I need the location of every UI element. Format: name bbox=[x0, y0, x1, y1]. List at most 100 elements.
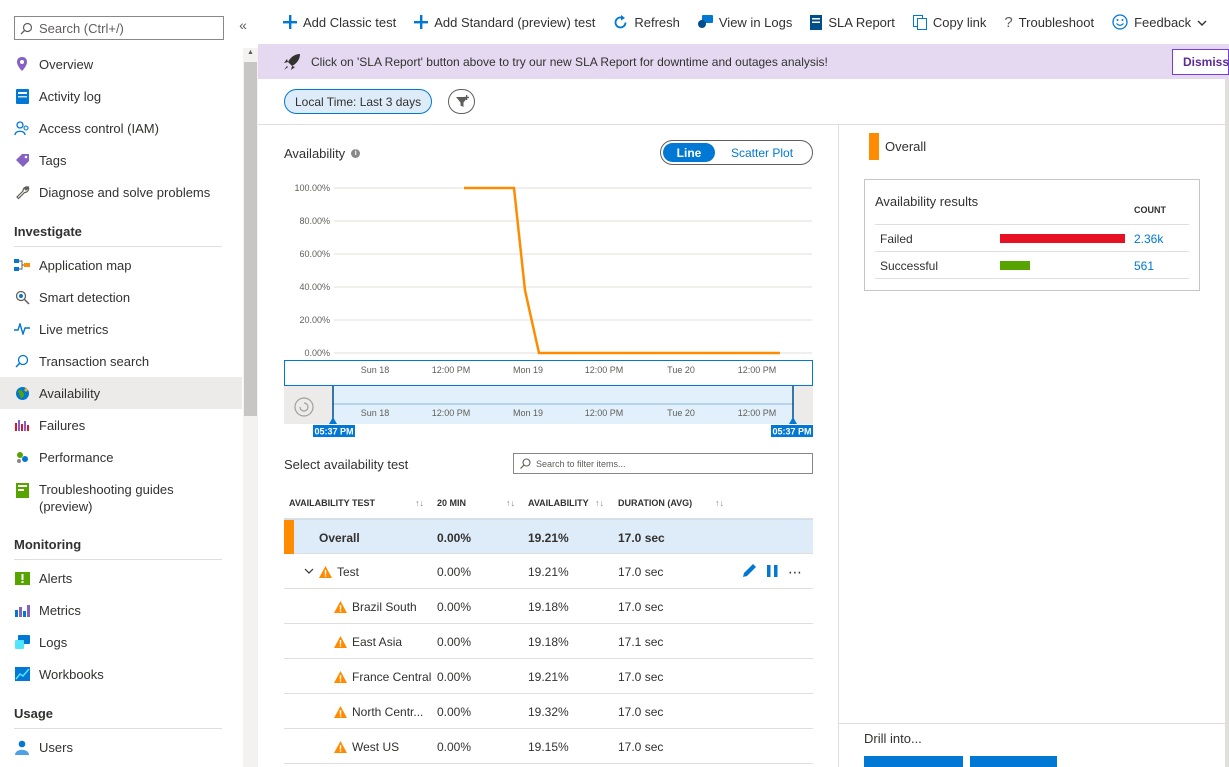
sidebar-item-performance[interactable]: Performance bbox=[0, 441, 242, 473]
result-label: Successful bbox=[880, 259, 939, 273]
test-filter-input[interactable]: Search to filter items... bbox=[513, 453, 813, 474]
sidebar-item-tags[interactable]: Tags bbox=[0, 144, 242, 176]
sort-icon[interactable]: ↑↓ bbox=[415, 498, 424, 508]
cell-name: West US bbox=[334, 740, 399, 754]
section-investigate: Investigate bbox=[14, 224, 222, 247]
table-row-overall[interactable]: Overall 0.00% 19.21% 17.0 sec bbox=[284, 519, 813, 554]
edit-icon[interactable] bbox=[742, 563, 757, 581]
sidebar-item-workbooks[interactable]: Workbooks bbox=[0, 658, 242, 690]
sidebar-item-diagnose[interactable]: Diagnose and solve problems bbox=[0, 176, 242, 208]
table-row[interactable]: Brazil South 0.00% 19.18% 17.0 sec bbox=[284, 589, 813, 624]
add-filter-button[interactable] bbox=[448, 89, 475, 114]
warning-icon bbox=[334, 671, 347, 683]
result-count-link[interactable]: 561 bbox=[1134, 259, 1154, 273]
table-row[interactable]: West US 0.00% 19.15% 17.0 sec bbox=[284, 729, 813, 764]
col-header-20min[interactable]: 20 MIN bbox=[437, 498, 466, 508]
chevron-down-icon[interactable] bbox=[304, 564, 314, 578]
sidebar-item-label: Activity log bbox=[39, 88, 102, 104]
refresh-label: Refresh bbox=[634, 14, 680, 30]
drill-button-1[interactable] bbox=[864, 756, 963, 767]
search-icon bbox=[14, 353, 30, 369]
result-count-link[interactable]: 2.36k bbox=[1134, 232, 1163, 246]
cell-name: Brazil South bbox=[334, 600, 417, 614]
col-header-duration[interactable]: DURATION (AVG) bbox=[618, 498, 692, 508]
scroll-up-icon[interactable]: ▲ bbox=[243, 49, 258, 56]
results-title: Availability results bbox=[875, 194, 979, 209]
dismiss-button[interactable]: Dismiss bbox=[1172, 49, 1229, 75]
line-toggle-button[interactable]: Line bbox=[663, 143, 715, 162]
sort-icon[interactable]: ↑↓ bbox=[595, 498, 604, 508]
sidebar-item-troubleshooting-guides[interactable]: Troubleshooting guides (preview) bbox=[0, 477, 242, 517]
sidebar-item-smart-detection[interactable]: Smart detection bbox=[0, 281, 242, 313]
result-row-failed[interactable]: Failed 2.36k bbox=[875, 225, 1189, 252]
cell-20min: 0.00% bbox=[437, 705, 472, 719]
refresh-button[interactable]: Refresh bbox=[613, 14, 680, 30]
feedback-button[interactable]: Feedback bbox=[1112, 14, 1207, 30]
more-options-icon[interactable]: ⋯ bbox=[788, 564, 803, 581]
panel-divider bbox=[838, 125, 839, 767]
cell-20min: 0.00% bbox=[437, 600, 472, 614]
sidebar-item-availability[interactable]: Availability bbox=[0, 377, 242, 409]
drill-button-2[interactable] bbox=[970, 756, 1057, 767]
result-row-successful[interactable]: Successful 561 bbox=[875, 252, 1189, 279]
copy-link-button[interactable]: Copy link bbox=[912, 14, 987, 30]
time-range-pill[interactable]: Local Time: Last 3 days bbox=[284, 89, 433, 114]
col-header-test[interactable]: AVAILABILITY TEST bbox=[289, 498, 375, 508]
sidebar-item-application-map[interactable]: Application map bbox=[0, 249, 242, 281]
overall-legend[interactable]: Overall bbox=[869, 133, 926, 160]
metrics-icon bbox=[14, 602, 30, 618]
warning-icon bbox=[334, 741, 347, 753]
sidebar-item-label: Alerts bbox=[39, 570, 73, 586]
scatter-toggle-button[interactable]: Scatter Plot bbox=[731, 146, 793, 160]
sidebar-scrollbar-thumb[interactable] bbox=[244, 62, 257, 416]
col-header-availability[interactable]: AVAILABILITY bbox=[528, 498, 589, 508]
sidebar-item-metrics[interactable]: Metrics bbox=[0, 594, 242, 626]
table-row[interactable]: Test 0.00% 19.21% 17.0 sec ⋯ bbox=[284, 554, 813, 589]
failures-icon bbox=[14, 417, 30, 433]
copy-link-label: Copy link bbox=[932, 14, 987, 30]
view-in-logs-button[interactable]: View in Logs bbox=[697, 15, 792, 30]
add-classic-test-label: Add Classic test bbox=[303, 14, 397, 30]
table-row[interactable]: East Asia 0.00% 19.18% 17.1 sec bbox=[284, 624, 813, 659]
sidebar-item-live-metrics[interactable]: Live metrics bbox=[0, 313, 242, 345]
x-tick-label: 12:00 PM bbox=[432, 365, 471, 375]
content-divider bbox=[258, 124, 1226, 125]
sidebar-search-input[interactable]: Search (Ctrl+/) bbox=[14, 16, 224, 40]
collapse-sidebar-button[interactable]: « bbox=[236, 17, 250, 33]
test-name: North Centr... bbox=[352, 705, 424, 719]
brush-area[interactable] bbox=[332, 386, 794, 424]
cell-duration: 17.0 sec bbox=[618, 600, 664, 614]
troubleshoot-button[interactable]: ? Troubleshoot bbox=[1004, 14, 1094, 31]
sidebar-item-overview[interactable]: Overview bbox=[0, 48, 242, 80]
add-classic-test-button[interactable]: Add Classic test bbox=[283, 15, 396, 30]
test-name: East Asia bbox=[352, 635, 403, 649]
table-row[interactable]: France Central 0.00% 19.21% 17.0 sec bbox=[284, 659, 813, 694]
y-tick-label: 100.00% bbox=[294, 183, 330, 193]
cell-availability: 19.18% bbox=[528, 600, 569, 614]
sidebar-item-label: Troubleshooting guides (preview) bbox=[39, 482, 174, 514]
sort-icon[interactable]: ↑↓ bbox=[715, 498, 724, 508]
sidebar-item-transaction-search[interactable]: Transaction search bbox=[0, 345, 242, 377]
iam-icon bbox=[14, 120, 30, 136]
availability-series-line[interactable] bbox=[464, 186, 780, 355]
pause-icon[interactable] bbox=[767, 564, 778, 580]
sidebar-item-failures[interactable]: Failures bbox=[0, 409, 242, 441]
smart-detection-icon bbox=[14, 289, 30, 305]
plus-icon bbox=[414, 15, 429, 29]
info-icon[interactable]: i bbox=[351, 149, 361, 158]
sidebar-item-users[interactable]: Users bbox=[0, 731, 242, 763]
sidebar-item-activity-log[interactable]: Activity log bbox=[0, 80, 242, 112]
brush-right-mask bbox=[794, 386, 813, 424]
sidebar-item-alerts[interactable]: Alerts bbox=[0, 562, 242, 594]
sort-icon[interactable]: ↑↓ bbox=[506, 498, 515, 508]
sidebar-item-label: Logs bbox=[39, 634, 68, 650]
warning-icon bbox=[334, 706, 347, 718]
add-standard-test-button[interactable]: Add Standard (preview) test bbox=[414, 15, 595, 30]
sla-report-button[interactable]: SLA Report bbox=[810, 14, 895, 30]
live-metrics-icon bbox=[14, 321, 30, 337]
main-scrollbar[interactable] bbox=[1225, 79, 1229, 767]
sidebar-item-logs[interactable]: Logs bbox=[0, 626, 242, 658]
table-row[interactable]: North Centr... 0.00% 19.32% 17.0 sec bbox=[284, 694, 813, 729]
sidebar-item-access-control[interactable]: Access control (IAM) bbox=[0, 112, 242, 144]
cell-availability: 19.21% bbox=[528, 531, 569, 545]
